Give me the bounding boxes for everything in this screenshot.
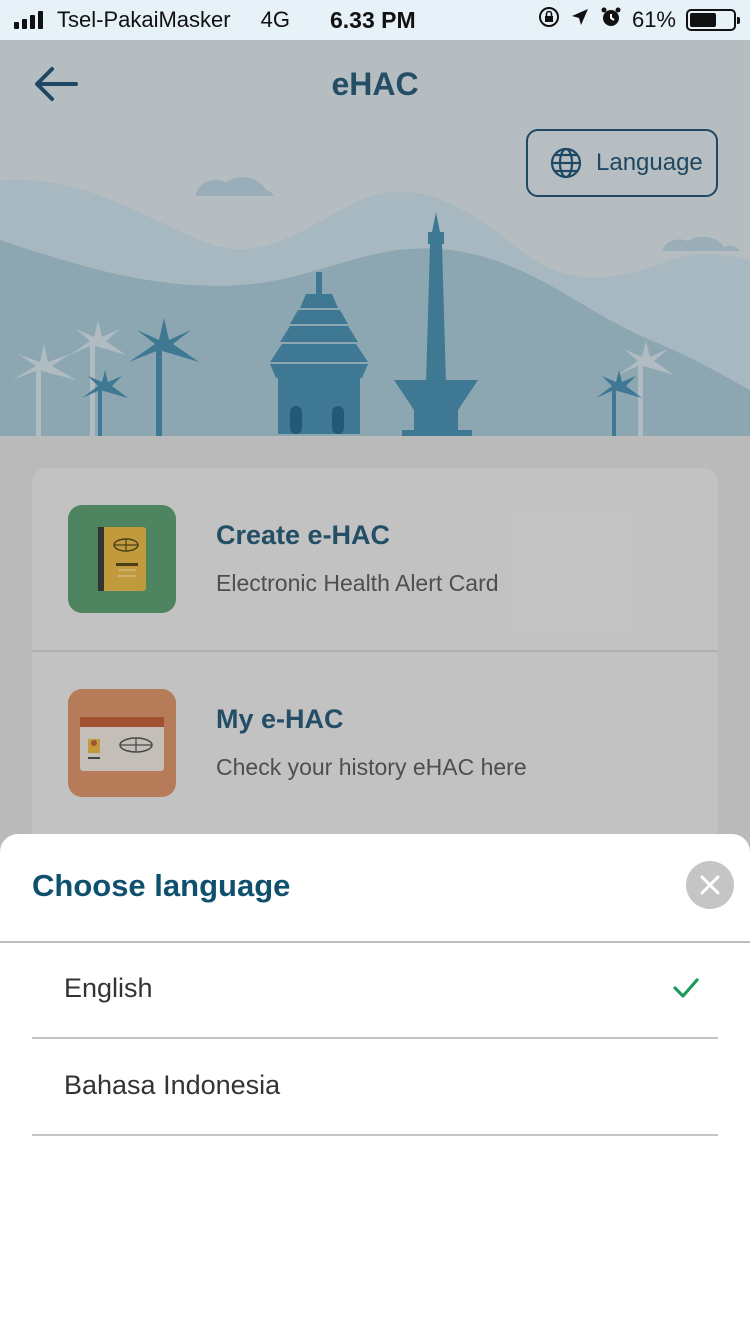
signal-icon	[14, 11, 43, 29]
sheet-title: Choose language	[32, 868, 291, 903]
clock: 6.33 PM	[330, 6, 416, 33]
close-button[interactable]	[686, 861, 734, 909]
language-option-english[interactable]: English	[32, 943, 718, 1039]
location-icon	[570, 7, 590, 33]
network-type: 4G	[260, 7, 290, 32]
battery-percent: 61%	[631, 7, 676, 32]
close-icon	[700, 875, 720, 895]
language-bottom-sheet: Choose language English Bahasa Indonesia	[0, 834, 750, 1334]
language-option-bahasa-indonesia[interactable]: Bahasa Indonesia	[32, 1040, 718, 1136]
status-bar: Tsel-PakaiMasker 4G 6.33 PM 61%	[0, 0, 750, 40]
battery-icon	[686, 9, 740, 31]
language-option-label: English	[64, 973, 153, 1003]
alarm-icon	[600, 6, 622, 34]
checkmark-icon	[672, 977, 700, 1004]
carrier-name: Tsel-PakaiMasker	[57, 7, 231, 32]
rotation-lock-icon	[538, 6, 560, 34]
language-option-label: Bahasa Indonesia	[64, 1070, 281, 1100]
